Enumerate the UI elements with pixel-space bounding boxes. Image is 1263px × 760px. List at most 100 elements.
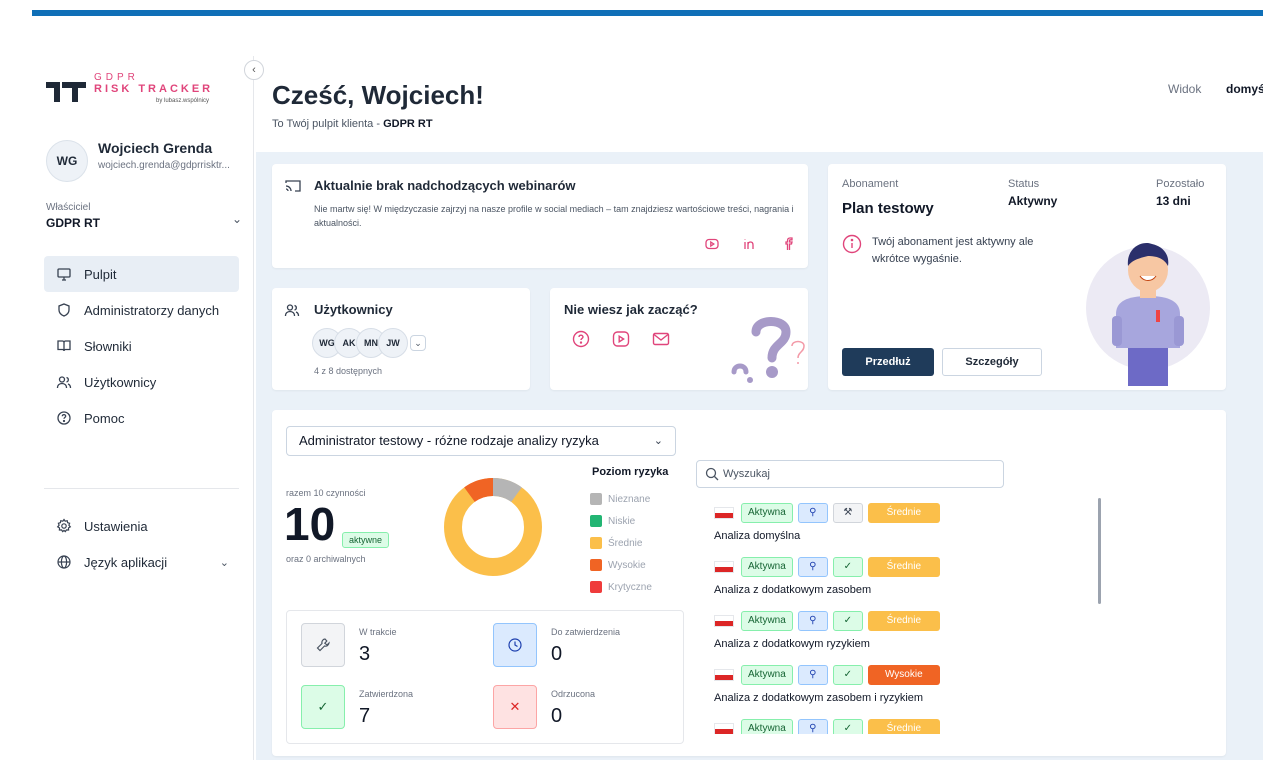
sidebar-item-uzytkownicy[interactable]: Użytkownicy (44, 364, 239, 400)
status-badge: Aktywna (741, 557, 793, 577)
play-video-icon[interactable] (612, 330, 630, 348)
sidebar-collapse-button[interactable]: ‹ (244, 60, 264, 80)
analysis-name: Analiza z dodatkowym zasobem i ryzykiem (714, 692, 924, 704)
linkedin-icon[interactable] (742, 236, 758, 252)
status-summary: W trakcie 3 Do zatwierdzenia 0 ✓ Zatwier… (286, 610, 684, 744)
logo-text-gdpr: GDPR (94, 72, 139, 83)
administrator-select[interactable]: Administrator testowy - różne rodzaje an… (286, 426, 676, 456)
sidebar-item-label: Administratorzy danych (84, 302, 220, 318)
status-value: 7 (359, 705, 371, 727)
status-value: 0 (551, 643, 563, 665)
sidebar-item-administratorzy[interactable]: Administratorzy danych (44, 292, 239, 328)
nav-divider (44, 488, 239, 489)
question-marks-illustration (731, 317, 805, 383)
sidebar-item-pomoc[interactable]: Pomoc (44, 400, 239, 436)
legend-swatch (590, 515, 602, 527)
owner-value: GDPR RT (46, 216, 100, 230)
poland-flag-icon (714, 615, 734, 627)
status-label: W trakcie (359, 627, 397, 637)
sidebar-item-jezyk[interactable]: Język aplikacji ⌄ (44, 544, 239, 580)
book-icon (56, 338, 72, 354)
wrench-icon: ⚒ (832, 503, 863, 523)
poland-flag-icon (714, 723, 734, 734)
legend-item: Niskie (590, 510, 652, 532)
user-card[interactable]: WG Wojciech Grenda wojciech.grenda@gdprr… (44, 136, 254, 182)
legend-label: Niskie (608, 515, 636, 527)
list-item[interactable]: Aktywna ⚲ ✓ Średnie (714, 718, 1114, 734)
status-to-approve[interactable]: Do zatwierdzenia 0 (493, 623, 673, 679)
owner-label: Właściciel (46, 202, 91, 213)
social-links (704, 236, 796, 252)
logo-text-by: by lubasz.wspólnicy (156, 98, 210, 104)
sidebar-item-slowniki[interactable]: Słowniki (44, 328, 239, 364)
status-rejected[interactable]: ✕ Odrzucona 0 (493, 685, 673, 741)
status-in-progress[interactable]: W trakcie 3 (301, 623, 481, 679)
list-scrollbar[interactable] (1098, 498, 1101, 604)
list-item[interactable]: Aktywna ⚲ ✓ Średnie Analiza z dodatkowym… (714, 556, 1114, 610)
legend-item: Krytyczne (590, 576, 652, 598)
legend-label: Wysokie (608, 559, 646, 571)
status-label: Odrzucona (551, 689, 596, 699)
user-search-icon: ⚲ (797, 557, 828, 577)
total-count: 10 (284, 498, 336, 550)
owner-select[interactable]: Właściciel GDPR RT ⌄ (46, 202, 242, 242)
remaining-label: Pozostało (1156, 178, 1205, 190)
list-item[interactable]: Aktywna ⚲ ✓ Średnie Analiza z dodatkowym… (714, 610, 1114, 664)
list-item[interactable]: Aktywna ⚲ ⚒ Średnie Analiza domyślna (714, 502, 1114, 556)
view-label: Widok (1168, 82, 1202, 96)
sidebar: GDPR RISK TRACKER by lubasz.wspólnicy WG… (32, 56, 254, 760)
status-badge: Aktywna (741, 503, 793, 523)
users-icon (284, 304, 300, 317)
help-icon (56, 410, 72, 426)
mail-icon[interactable] (652, 330, 670, 348)
extend-button[interactable]: Przedłuż (842, 348, 934, 376)
user-avatars: WG AK MN JW ⌄ (312, 328, 426, 358)
check-icon: ✓ (832, 719, 863, 734)
users-card[interactable]: Użytkownicy WG AK MN JW ⌄ 4 z 8 dostępny… (272, 288, 530, 390)
view-select[interactable]: domyśl (1226, 82, 1263, 96)
sidebar-item-ustawienia[interactable]: Ustawienia (44, 508, 239, 544)
user-search-icon: ⚲ (797, 719, 828, 734)
facebook-icon[interactable] (780, 236, 796, 252)
users-title: Użytkownicy (314, 302, 393, 317)
status-badge: Aktywna (741, 665, 793, 685)
details-button[interactable]: Szczegóły (942, 348, 1042, 376)
main-nav: Pulpit Administratorzy danych Słowniki U… (44, 256, 239, 436)
close-icon: ✕ (493, 685, 537, 729)
list-item[interactable]: Aktywna ⚲ ✓ Wysokie Analiza z dodatkowym… (714, 664, 1114, 718)
wrench-icon (301, 623, 345, 667)
chevron-down-icon: ⌄ (231, 212, 242, 226)
sidebar-item-label: Słowniki (84, 338, 132, 354)
risk-legend: Nieznane Niskie Średnie Wysokie Krytyczn… (590, 488, 652, 598)
help-icon[interactable] (572, 330, 590, 348)
analysis-name: Analiza z dodatkowym zasobem (714, 584, 872, 596)
sidebar-item-label: Pomoc (84, 410, 125, 426)
user-search-icon: ⚲ (797, 503, 828, 523)
help-title: Nie wiesz jak zacząć? (564, 302, 698, 317)
search-input[interactable]: Wyszukaj (696, 460, 1004, 488)
total-label: razem 10 czynności (286, 488, 366, 498)
analysis-name: Analiza z dodatkowym ryzykiem (714, 638, 870, 650)
sidebar-item-pulpit[interactable]: Pulpit (44, 256, 239, 292)
active-badge: aktywne (342, 532, 390, 548)
plan-name: Plan testowy (842, 200, 934, 217)
clock-icon (493, 623, 537, 667)
chevron-down-icon: ⌄ (219, 556, 229, 569)
check-icon: ✓ (301, 685, 345, 729)
youtube-icon[interactable] (704, 236, 720, 252)
help-card: Nie wiesz jak zacząć? (550, 288, 808, 390)
analysis-chips: Aktywna ⚲ ✓ Średnie (714, 610, 1114, 632)
poland-flag-icon (714, 669, 734, 681)
page-subtitle: To Twój pulpit klienta - GDPR RT (272, 118, 433, 130)
legend-swatch (590, 537, 602, 549)
app-logo[interactable]: GDPR RISK TRACKER by lubasz.wspólnicy (46, 70, 246, 110)
chevron-down-icon[interactable]: ⌄ (410, 335, 426, 351)
status-approved[interactable]: ✓ Zatwierdzona 7 (301, 685, 481, 741)
risk-level-badge: Średnie (867, 611, 940, 631)
subscription-note: Twój abonament jest aktywny ale wkrótce … (872, 236, 1034, 265)
check-icon: ✓ (832, 611, 863, 631)
avatar: WG (46, 140, 88, 182)
legend-item: Wysokie (590, 554, 652, 576)
search-placeholder: Wyszukaj (723, 468, 770, 480)
legend-label: Średnie (608, 537, 643, 549)
